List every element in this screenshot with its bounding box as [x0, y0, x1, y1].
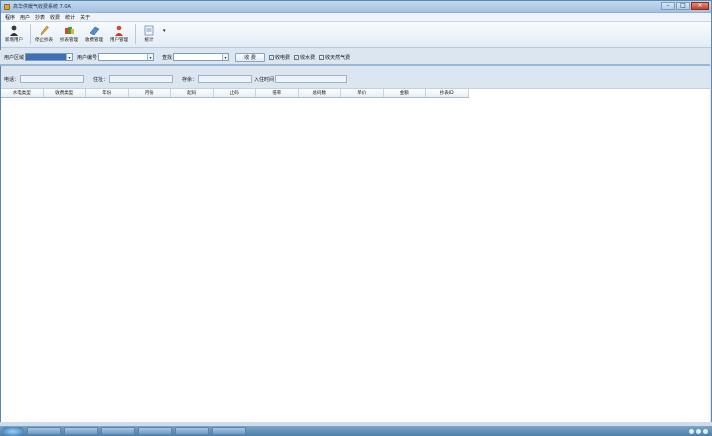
stats-label: 统计 — [144, 38, 154, 43]
volume-icon[interactable] — [696, 428, 701, 434]
taskbar — [0, 426, 712, 436]
system-tray — [687, 428, 708, 434]
user-manage-button[interactable]: 用户管理 — [108, 24, 130, 43]
stats-icon — [144, 24, 155, 36]
deposit-label: 存余： — [182, 76, 198, 83]
area-label: 用户区域 — [4, 54, 25, 61]
app-icon — [4, 3, 10, 10]
deposit-field[interactable] — [198, 75, 253, 83]
taskbar-item[interactable] — [212, 427, 246, 435]
address-label: 住址： — [93, 76, 109, 83]
phone-label: 电话： — [4, 76, 20, 83]
gas-checkbox[interactable]: ✓ 收天然气费 — [319, 54, 351, 61]
toolbar-separator — [30, 24, 31, 44]
col-year[interactable]: 年份 — [86, 89, 129, 97]
minimize-button[interactable]: – — [661, 1, 675, 10]
window-controls: – □ ✕ — [660, 1, 709, 12]
menu-user[interactable]: 用户 — [20, 14, 30, 21]
book-icon — [89, 24, 100, 36]
col-meter-id[interactable]: 抄表ID — [426, 89, 469, 97]
water-label: 收水费 — [300, 54, 316, 61]
col-charge-type[interactable]: 收费类型 — [44, 89, 86, 97]
meter-manage-button[interactable]: 抄表管理 — [58, 24, 80, 43]
records-grid[interactable]: 水电类型 收费类型 年份 月份 起码 止码 倍率 总码数 单价 金额 抄表ID — [1, 88, 710, 422]
col-end-reading[interactable]: 止码 — [214, 89, 256, 97]
network-icon[interactable] — [689, 428, 694, 434]
checkmark-icon: ✓ — [319, 54, 325, 60]
taskbar-item[interactable] — [175, 427, 209, 435]
grid-header: 水电类型 收费类型 年份 月份 起码 止码 倍率 总码数 单价 金额 抄表ID — [1, 89, 469, 98]
phone-field[interactable] — [20, 75, 85, 83]
chevron-down-icon: ▾ — [222, 54, 229, 60]
col-start-reading[interactable]: 起码 — [171, 89, 214, 97]
col-multiplier[interactable]: 倍率 — [256, 89, 299, 97]
checkin-label: 入住时间 — [254, 76, 275, 83]
taskbar-item[interactable] — [138, 427, 172, 435]
add-user-label: 新增用户 — [5, 38, 23, 43]
taskbar-item[interactable] — [27, 427, 61, 435]
info-row: 电话： 住址： 存余： 入住时间 — [0, 72, 710, 86]
menu-stats[interactable]: 统计 — [65, 14, 75, 21]
stats-button[interactable]: 统计 — [138, 24, 160, 43]
electric-checkbox[interactable]: ✓ 收电费 — [269, 54, 291, 61]
area-select[interactable]: ▾ — [25, 53, 74, 61]
maximize-button[interactable]: □ — [676, 1, 690, 10]
start-button[interactable] — [2, 426, 24, 436]
toolbar: 新增用户 停止抄表 抄表管理 收费管理 用户管理 统计 ▾ — [1, 22, 711, 48]
filter-bar: 用户区域 ▾ 用户编号 ▾ 查找 ▾ 收 费 ✓ 收电费 ✓ 收水费 ✓ 收天然… — [0, 50, 710, 66]
chevron-down-icon: ▾ — [147, 54, 154, 60]
user-no-select[interactable]: ▾ — [98, 53, 155, 61]
close-button[interactable]: ✕ — [691, 1, 709, 10]
address-field[interactable] — [109, 75, 174, 83]
taskbar-item[interactable] — [101, 427, 135, 435]
charge-manage-button[interactable]: 收费管理 — [83, 24, 105, 43]
water-checkbox[interactable]: ✓ 收水费 — [294, 54, 316, 61]
col-utility-type[interactable]: 水电类型 — [1, 89, 44, 97]
window-title: 高华供暖气收费系统 7.0A — [13, 4, 71, 10]
user-icon — [114, 24, 125, 36]
menu-meter[interactable]: 抄表 — [35, 14, 45, 21]
checkin-field[interactable] — [275, 75, 348, 83]
checkmark-icon: ✓ — [269, 54, 275, 60]
meter-manage-label: 抄表管理 — [60, 38, 78, 43]
pencil-icon — [39, 24, 50, 36]
clock-icon[interactable] — [703, 428, 708, 434]
dropdown-arrow-icon[interactable]: ▾ — [163, 28, 166, 34]
stop-meter-button[interactable]: 停止抄表 — [33, 24, 55, 43]
electric-label: 收电费 — [275, 54, 291, 61]
col-month[interactable]: 月份 — [129, 89, 171, 97]
add-user-icon — [9, 24, 20, 36]
taskbar-item[interactable] — [64, 427, 98, 435]
menu-charge[interactable]: 收费 — [50, 14, 60, 21]
user-no-label: 用户编号 — [77, 54, 98, 61]
menu-program[interactable]: 程序 — [5, 14, 15, 21]
charge-button[interactable]: 收 费 — [235, 52, 266, 62]
stop-meter-label: 停止抄表 — [35, 38, 53, 43]
toolbar-separator — [135, 24, 136, 44]
search-select[interactable]: ▾ — [173, 53, 230, 61]
search-label: 查找 — [162, 54, 173, 61]
menu-bar: 程序 用户 抄表 收费 统计 关于 — [1, 13, 711, 22]
title-bar: 高华供暖气收费系统 7.0A – □ ✕ — [1, 1, 711, 13]
col-unit-price[interactable]: 单价 — [341, 89, 384, 97]
col-amount[interactable]: 金额 — [384, 89, 426, 97]
meter-icon — [64, 24, 75, 36]
user-manage-label: 用户管理 — [110, 38, 128, 43]
checkmark-icon: ✓ — [294, 54, 300, 60]
add-user-button[interactable]: 新增用户 — [3, 24, 25, 43]
chevron-down-icon: ▾ — [66, 54, 73, 60]
gas-label: 收天然气费 — [325, 54, 351, 61]
charge-manage-label: 收费管理 — [85, 38, 103, 43]
col-total[interactable]: 总码数 — [299, 89, 341, 97]
menu-about[interactable]: 关于 — [80, 14, 90, 21]
